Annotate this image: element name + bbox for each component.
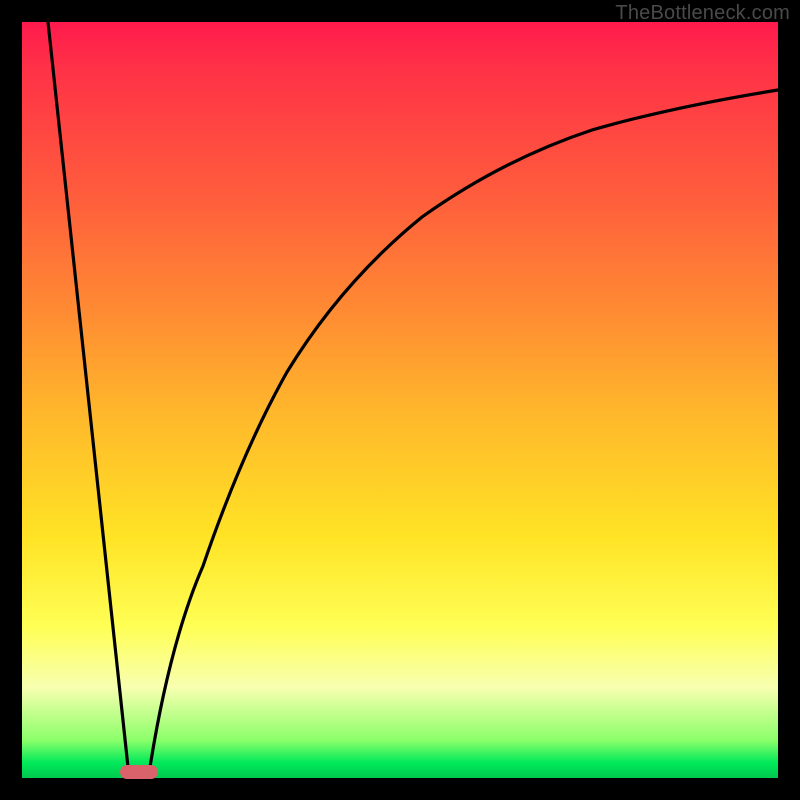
plot-area (22, 22, 778, 778)
left-line-path (48, 22, 128, 767)
right-curve-path (150, 90, 778, 767)
chart-lines (22, 22, 778, 778)
watermark-text: TheBottleneck.com (615, 2, 790, 25)
bottleneck-marker (120, 765, 158, 779)
chart-frame: TheBottleneck.com (0, 0, 800, 800)
